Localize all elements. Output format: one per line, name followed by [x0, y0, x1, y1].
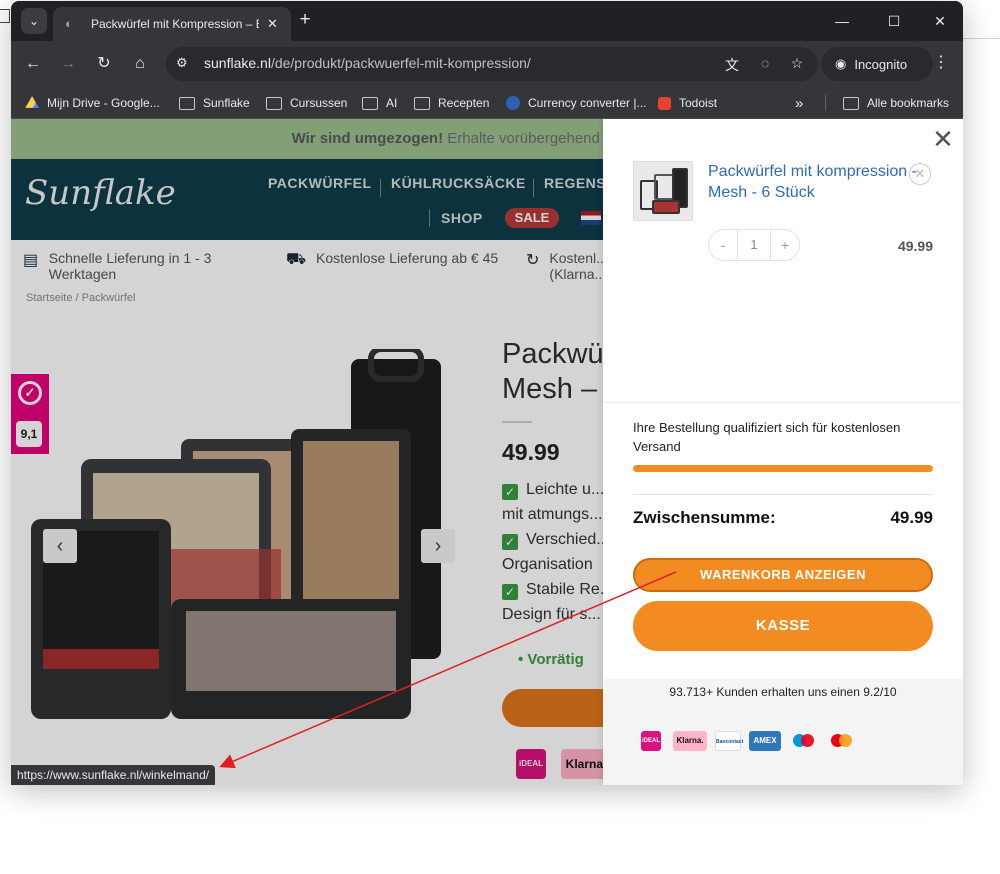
more-bookmarks-button[interactable]: » — [795, 93, 803, 113]
close-tab-icon[interactable]: ✕ — [267, 16, 278, 32]
maximize-button[interactable]: ☐ — [871, 9, 917, 33]
bookmark-drive[interactable]: Mijn Drive - Google... — [25, 93, 160, 113]
maestro-circle — [801, 734, 814, 747]
status-bar-url: https://www.sunflake.nl/winkelmand/ — [11, 765, 216, 785]
amex-logo: AMEX — [749, 731, 781, 751]
shipping-progress-fill — [633, 465, 933, 472]
browser-menu-icon[interactable]: ⋮ — [931, 52, 951, 72]
cart-item-price: 49.99 — [897, 238, 933, 254]
folder-icon — [843, 96, 859, 110]
todoist-icon — [658, 96, 671, 110]
desktop-divider — [963, 38, 1000, 39]
qty-plus-button[interactable]: + — [771, 237, 799, 253]
subtotal-label: Zwischensumme: — [633, 508, 776, 527]
back-button[interactable]: ← — [21, 52, 45, 76]
translate-icon[interactable]: 文 — [722, 55, 742, 73]
shipping-progress-bar — [633, 465, 933, 472]
bookmark-currency[interactable]: Currency converter |... — [506, 93, 647, 113]
checkout-button[interactable]: KASSE — [633, 601, 933, 651]
new-tab-button[interactable]: + — [294, 10, 316, 32]
active-tab[interactable]: ◐ Packwürfel mit Kompression – Ei ✕ — [53, 7, 291, 41]
url-text[interactable]: sunflake.nl/de/produkt/packwuerfel-mit-k… — [204, 55, 531, 71]
tab-title: Packwürfel mit Kompression – Ei — [91, 17, 259, 31]
folder-icon — [179, 96, 195, 110]
bookmark-star-icon[interactable]: ☆ — [787, 55, 807, 73]
incognito-badge[interactable]: ◉ Incognito — [821, 47, 933, 81]
incognito-label: Incognito — [854, 56, 908, 72]
minimize-button[interactable]: — — [819, 9, 865, 33]
close-window-button[interactable]: ✕ — [917, 9, 963, 33]
subtotal-divider — [633, 494, 933, 495]
folder-icon — [266, 96, 282, 110]
bookmark-recepten[interactable]: Recepten — [414, 93, 489, 113]
cart-item-thumbnail[interactable] — [633, 161, 693, 221]
site-info-icon[interactable]: ⚙ — [176, 55, 188, 71]
sunflake-favicon-icon: ◐ — [65, 16, 73, 31]
folder-icon — [414, 96, 430, 110]
chevron-down-icon: ⌄ — [28, 14, 40, 28]
home-button[interactable]: ⌂ — [128, 52, 152, 76]
view-cart-button[interactable]: WARENKORB ANZEIGEN — [633, 558, 933, 592]
ideal-logo: iDEAL — [641, 731, 661, 751]
bookmark-cursussen[interactable]: Cursussen — [266, 93, 347, 113]
close-icon[interactable]: ✕ — [930, 126, 956, 153]
incognito-icon: ◉ — [835, 56, 847, 71]
browser-window: ⌄ ◐ Packwürfel mit Kompression – Ei ✕ + … — [11, 1, 963, 785]
qty-input[interactable]: 1 — [737, 230, 771, 260]
maestro-logo — [791, 731, 815, 751]
bookmark-ai[interactable]: AI — [362, 93, 397, 113]
bookmark-todoist[interactable]: Todoist — [658, 93, 717, 113]
desktop-folder-icon — [0, 9, 10, 23]
quantity-stepper: - 1 + — [708, 229, 800, 261]
qty-minus-button[interactable]: - — [709, 237, 737, 253]
drive-icon — [25, 96, 39, 108]
mastercard-circle — [839, 734, 852, 747]
reload-button[interactable]: ↻ — [92, 52, 116, 76]
eye-off-icon[interactable]: ◌ — [755, 55, 775, 73]
bookmarks-bar: Mijn Drive - Google... Sunflake Cursusse… — [11, 87, 963, 119]
reviews-summary: 93.713+ Kunden erhalten uns einen 9.2/10 — [669, 685, 897, 699]
remove-item-icon[interactable]: ✕ — [909, 163, 931, 185]
drawer-divider — [603, 402, 963, 403]
cart-drawer: ✕ Packwürfel mit kompression - Mesh - 6 … — [603, 119, 963, 785]
cart-item-name[interactable]: Packwürfel mit kompression - Mesh - 6 St… — [708, 161, 923, 203]
tab-search-button[interactable]: ⌄ — [21, 8, 47, 34]
all-bookmarks-button[interactable]: Alle bookmarks — [843, 93, 949, 113]
bookmarks-divider — [825, 95, 826, 111]
address-bar[interactable]: ⚙ sunflake.nl/de/produkt/packwuerfel-mit… — [166, 47, 818, 81]
payment-methods: iDEAL Klarna. Bancontact AMEX — [641, 731, 941, 753]
bookmark-sunflake[interactable]: Sunflake — [179, 93, 250, 113]
folder-icon — [362, 96, 378, 110]
bancontact-logo: Bancontact — [715, 731, 743, 751]
currency-icon — [506, 96, 520, 110]
forward-button[interactable]: → — [56, 52, 80, 76]
subtotal-value: 49.99 — [890, 508, 933, 527]
web-page: Wir sind umgezogen! Erhalte vorübergehen… — [11, 119, 963, 785]
tab-strip: ⌄ ◐ Packwürfel mit Kompression – Ei ✕ + … — [11, 1, 963, 41]
free-shipping-message: Ihre Bestellung qualifiziert sich für ko… — [633, 420, 901, 454]
mastercard-logo — [829, 731, 853, 751]
thumb-cube — [652, 200, 680, 214]
browser-toolbar: ← → ↻ ⌂ ⚙ sunflake.nl/de/produkt/packwue… — [11, 41, 963, 87]
klarna-logo: Klarna. — [673, 731, 707, 751]
